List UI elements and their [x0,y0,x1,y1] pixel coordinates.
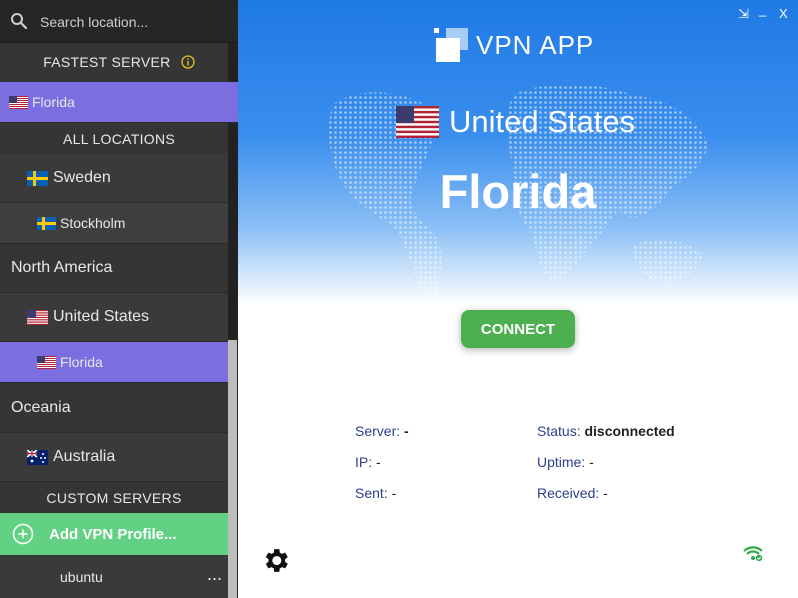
sidebar-item-label: Sweden [53,169,111,186]
stat-value: - [404,423,409,439]
sidebar-item-label: Florida [60,354,103,370]
us-flag-icon [27,309,48,325]
sidebar-item-florida[interactable]: Florida [0,342,228,383]
us-flag-icon [396,106,439,138]
sidebar-item-label: North America [11,259,113,276]
stat-label: Status: [537,423,581,439]
sidebar-item-sweden[interactable]: Sweden [0,154,228,203]
search-icon [11,13,28,30]
close-button[interactable]: X [779,6,788,21]
stat-value: - [589,454,594,470]
sidebar-item-label: United States [53,308,150,325]
fastest-server-header: FASTEST SERVER [0,54,238,70]
wifi-icon [743,546,763,561]
us-flag-icon [37,355,56,369]
sweden-flag-icon [37,216,56,230]
stat-status: Status: disconnected [537,423,675,439]
profile-label: ubuntu [60,569,103,585]
sidebar-item-label: Stockholm [60,215,126,231]
profile-item-ubuntu[interactable]: ubuntu ... [0,556,228,598]
logo-icon [434,28,468,62]
stat-value: - [603,485,608,501]
more-options-button[interactable]: ... [207,564,222,585]
search-bar [0,0,238,43]
app-logo: VPN APP [434,28,594,62]
stat-label: IP: [355,454,373,470]
country-name: United States [449,104,636,139]
add-circle-icon [12,523,34,545]
minimize-button[interactable]: _ [759,2,766,17]
stat-label: Server: [355,423,401,439]
add-vpn-profile-button[interactable]: Add VPN Profile... [0,513,228,555]
sidebar-item-oceania[interactable]: Oceania [0,383,228,433]
sidebar-item-united-states[interactable]: United States [0,293,228,342]
gear-icon[interactable] [260,545,291,576]
logo-text: VPN APP [476,29,595,60]
australia-flag-icon [27,449,48,465]
sidebar-item-label: Oceania [11,398,71,416]
stat-server: Server: - [355,423,409,439]
scrollbar-thumb[interactable] [228,340,237,598]
stat-uptime: Uptime: - [537,454,594,470]
stat-label: Sent: [355,485,388,501]
stat-sent: Sent: - [355,485,396,501]
custom-servers-header: CUSTOM SERVERS [46,490,182,506]
sidebar-item-label: Australia [53,448,116,465]
restore-button[interactable]: ⇲ [738,6,749,22]
main-panel: ⇲ _ X VPN APP United States Florida CONN… [238,0,798,598]
city-name: Florida [439,165,597,218]
stat-label: Uptime: [537,454,586,470]
stat-received: Received: - [537,485,608,501]
sweden-flag-icon [27,170,48,186]
sidebar: FASTEST SERVER Florida ALL LOCATIONS Swe… [0,0,238,598]
hero-banner: ⇲ _ X VPN APP United States Florida [238,0,798,305]
stat-ip: IP: - [355,454,381,470]
fastest-server-name: Florida [32,94,75,110]
sidebar-item-australia[interactable]: Australia [0,433,228,482]
all-locations-header: ALL LOCATIONS [62,131,176,147]
sidebar-item-stockholm[interactable]: Stockholm [0,203,228,244]
selected-country: United States [396,104,635,140]
search-input[interactable] [38,10,222,34]
sidebar-item-north-america[interactable]: North America [0,244,228,293]
stat-value: - [391,485,397,501]
stat-label: Received: [537,485,600,501]
stat-value: - [376,454,381,470]
add-vpn-profile-label: Add VPN Profile... [49,525,177,543]
fastest-server-item[interactable]: Florida [0,82,238,123]
us-flag-icon [9,95,28,109]
info-icon[interactable] [181,55,195,69]
stat-value: disconnected [584,423,675,439]
fastest-server-label: FASTEST SERVER [43,54,171,70]
connect-button[interactable]: CONNECT [461,310,575,348]
